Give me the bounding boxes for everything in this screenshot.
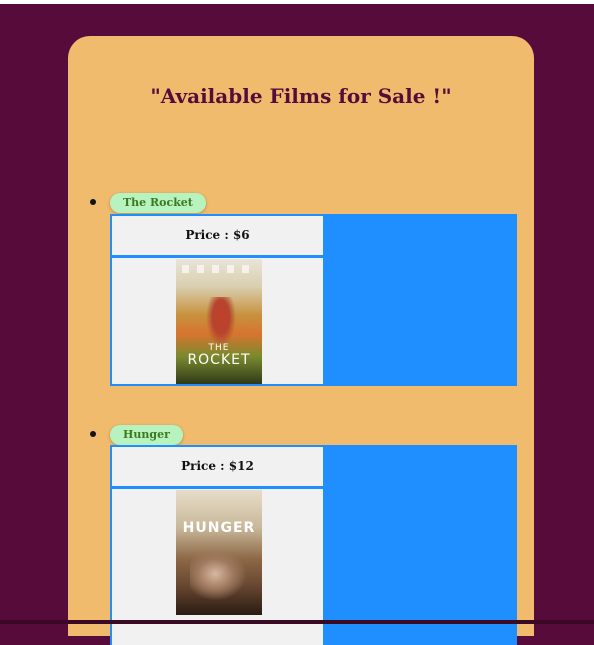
list-bullet (90, 199, 96, 205)
poster-figure (206, 297, 236, 347)
film-poster-image[interactable]: THE ROCKET (176, 259, 262, 384)
poster-title: ROCKET (187, 352, 251, 368)
price-label: Price : $12 (112, 447, 323, 486)
poster-title: HUNGER (182, 520, 256, 536)
poster-cell: THE ROCKET (112, 258, 323, 384)
film-panel: Price : $6 THE ROCKET (110, 214, 517, 386)
film-title-badge[interactable]: Hunger (110, 425, 183, 445)
page-title: "Available Films for Sale !" (150, 84, 452, 108)
film-poster-image[interactable]: HUNGER (176, 490, 262, 615)
window-bottom-edge (0, 620, 594, 624)
film-panel: Price : $12 HUNGER (110, 445, 517, 645)
poster-figure (190, 548, 246, 600)
price-label: Price : $6 (112, 216, 323, 255)
award-laurels-icon (182, 265, 256, 273)
film-title-badge[interactable]: The Rocket (110, 193, 206, 213)
window-top-edge (0, 0, 594, 4)
films-card: "Available Films for Sale !" The Rocket … (68, 36, 534, 645)
list-bullet (90, 431, 96, 437)
